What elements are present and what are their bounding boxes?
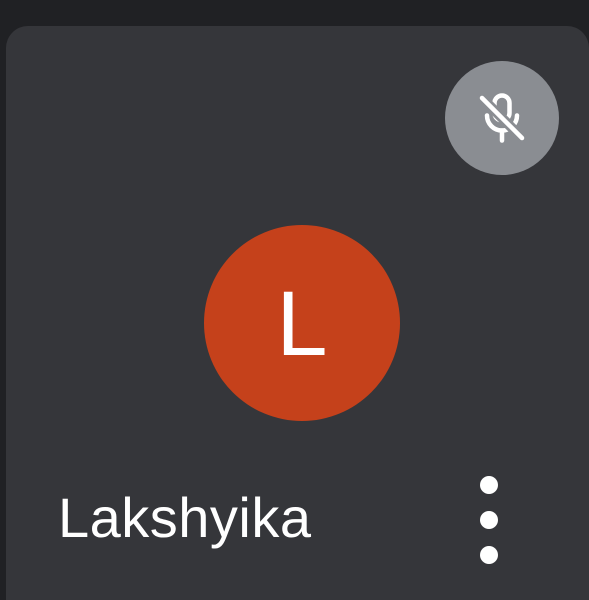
more-vert-icon-dot: [480, 511, 498, 529]
participant-tile[interactable]: L Lakshyika: [6, 26, 589, 600]
avatar-initial: L: [276, 273, 328, 375]
participant-name: Lakshyika: [58, 486, 312, 549]
more-vert-icon-dot: [480, 546, 498, 564]
more-options-button[interactable]: [464, 470, 514, 570]
mic-muted-indicator: [445, 61, 559, 175]
mic-off-icon: [477, 93, 527, 143]
more-vert-icon-dot: [480, 476, 498, 494]
avatar: L: [204, 225, 400, 421]
